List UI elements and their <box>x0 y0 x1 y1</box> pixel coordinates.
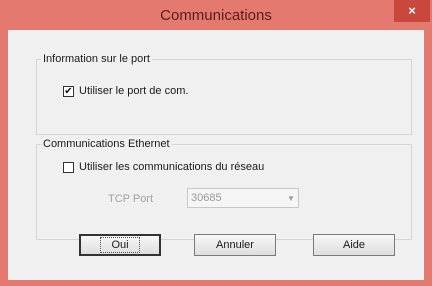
checkbox-box[interactable]: ✔ <box>63 85 74 97</box>
tcp-port-combobox[interactable]: 30685 ▼ <box>187 188 299 208</box>
ok-button[interactable]: Oui <box>79 234 161 256</box>
help-button-label: Aide <box>342 239 366 251</box>
use-com-port-label: Utiliser le port de com. <box>79 85 189 97</box>
window-title: Communications <box>160 7 272 24</box>
title-bar[interactable]: Communications × <box>0 0 432 30</box>
dialog-body: Information sur le port ✔ Utiliser le po… <box>8 30 424 280</box>
use-network-label: Utiliser les communications du réseau <box>79 161 265 173</box>
checkmark-icon: ✔ <box>64 85 73 97</box>
tcp-port-label: TCP Port <box>108 193 154 205</box>
tcp-port-value: 30685 <box>191 192 222 204</box>
ethernet-legend: Communications Ethernet <box>41 138 172 150</box>
close-button[interactable]: × <box>394 0 430 22</box>
use-network-checkbox[interactable]: Utiliser les communications du réseau <box>63 161 264 173</box>
ethernet-group: Communications Ethernet Utiliser les com… <box>36 138 412 240</box>
chevron-down-icon[interactable]: ▼ <box>284 189 298 207</box>
checkbox-box[interactable] <box>63 161 74 173</box>
port-info-group: Information sur le port ✔ Utiliser le po… <box>36 53 412 135</box>
help-button[interactable]: Aide <box>313 234 395 256</box>
cancel-button[interactable]: Annuler <box>194 234 276 256</box>
cancel-button-label: Annuler <box>216 239 254 251</box>
ok-button-label: Oui <box>100 237 140 253</box>
port-info-legend: Information sur le port <box>41 53 152 65</box>
dialog-window: Communications × Information sur le port… <box>0 0 432 286</box>
use-com-port-checkbox[interactable]: ✔ Utiliser le port de com. <box>63 85 188 97</box>
close-icon: × <box>408 3 416 18</box>
